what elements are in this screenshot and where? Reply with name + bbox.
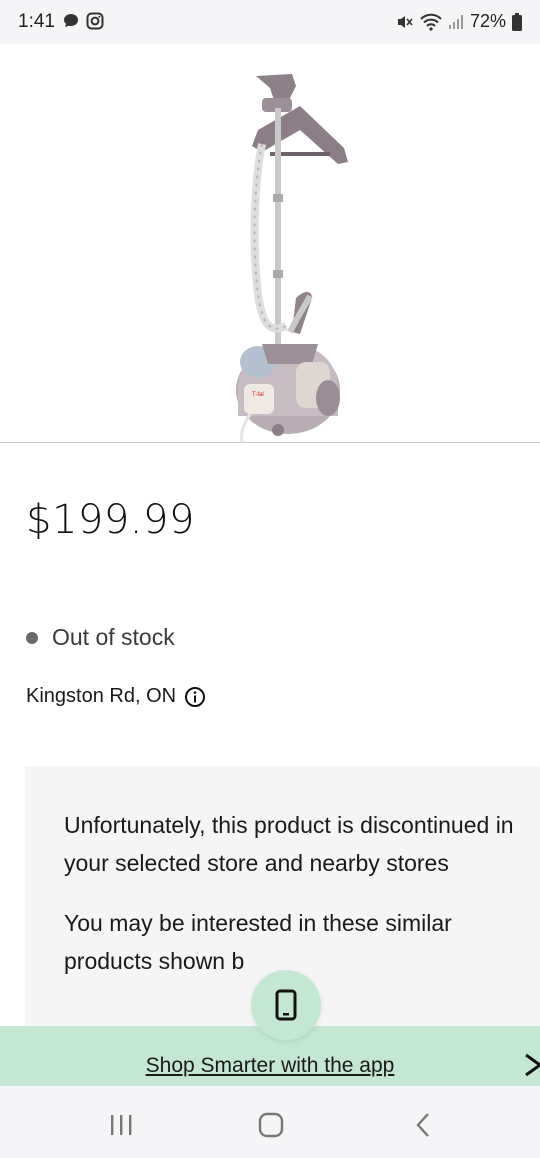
- stock-status: Out of stock: [26, 624, 175, 651]
- open-app-button[interactable]: [251, 970, 321, 1040]
- svg-text:T-fal: T-fal: [252, 392, 264, 398]
- shop-app-link[interactable]: Shop Smarter with the app: [0, 1054, 540, 1078]
- store-location: Kingston Rd, ON: [26, 685, 206, 708]
- status-right: 72%: [396, 11, 522, 32]
- phone-icon: [275, 989, 297, 1021]
- mute-icon: [397, 15, 413, 28]
- instagram-icon: [86, 12, 104, 30]
- stock-status-label: Out of stock: [52, 624, 175, 650]
- chat-bubble-icon: [64, 14, 78, 27]
- recent-apps-icon: [111, 1115, 132, 1135]
- battery-icon: [512, 12, 522, 31]
- home-button[interactable]: [256, 1110, 286, 1140]
- recent-apps-button[interactable]: [106, 1110, 136, 1140]
- back-icon: [416, 1113, 429, 1137]
- notice-sub-message: You may be interested in these similar p…: [64, 910, 452, 974]
- battery-percent: 72%: [469, 11, 506, 31]
- status-time: 1:41: [18, 11, 55, 32]
- system-nav-bar: [0, 1086, 540, 1158]
- product-price: $199.99: [26, 497, 195, 543]
- product-image[interactable]: T-fal: [0, 44, 540, 443]
- close-banner-icon[interactable]: [522, 1052, 540, 1084]
- wifi-icon: [420, 13, 442, 31]
- stock-dot-icon: [26, 631, 38, 644]
- status-bar: 1:41 72%: [0, 0, 540, 44]
- notification-icons: [62, 12, 104, 30]
- garment-steamer-image: T-fal: [236, 74, 348, 443]
- info-icon[interactable]: [184, 686, 206, 708]
- notice-message: Unfortunately, this product is discontin…: [64, 812, 514, 876]
- signal-icon: [448, 14, 463, 29]
- home-icon: [258, 1112, 284, 1138]
- back-button[interactable]: [408, 1110, 438, 1140]
- image-divider: [0, 442, 540, 443]
- store-name: Kingston Rd, ON: [26, 685, 177, 707]
